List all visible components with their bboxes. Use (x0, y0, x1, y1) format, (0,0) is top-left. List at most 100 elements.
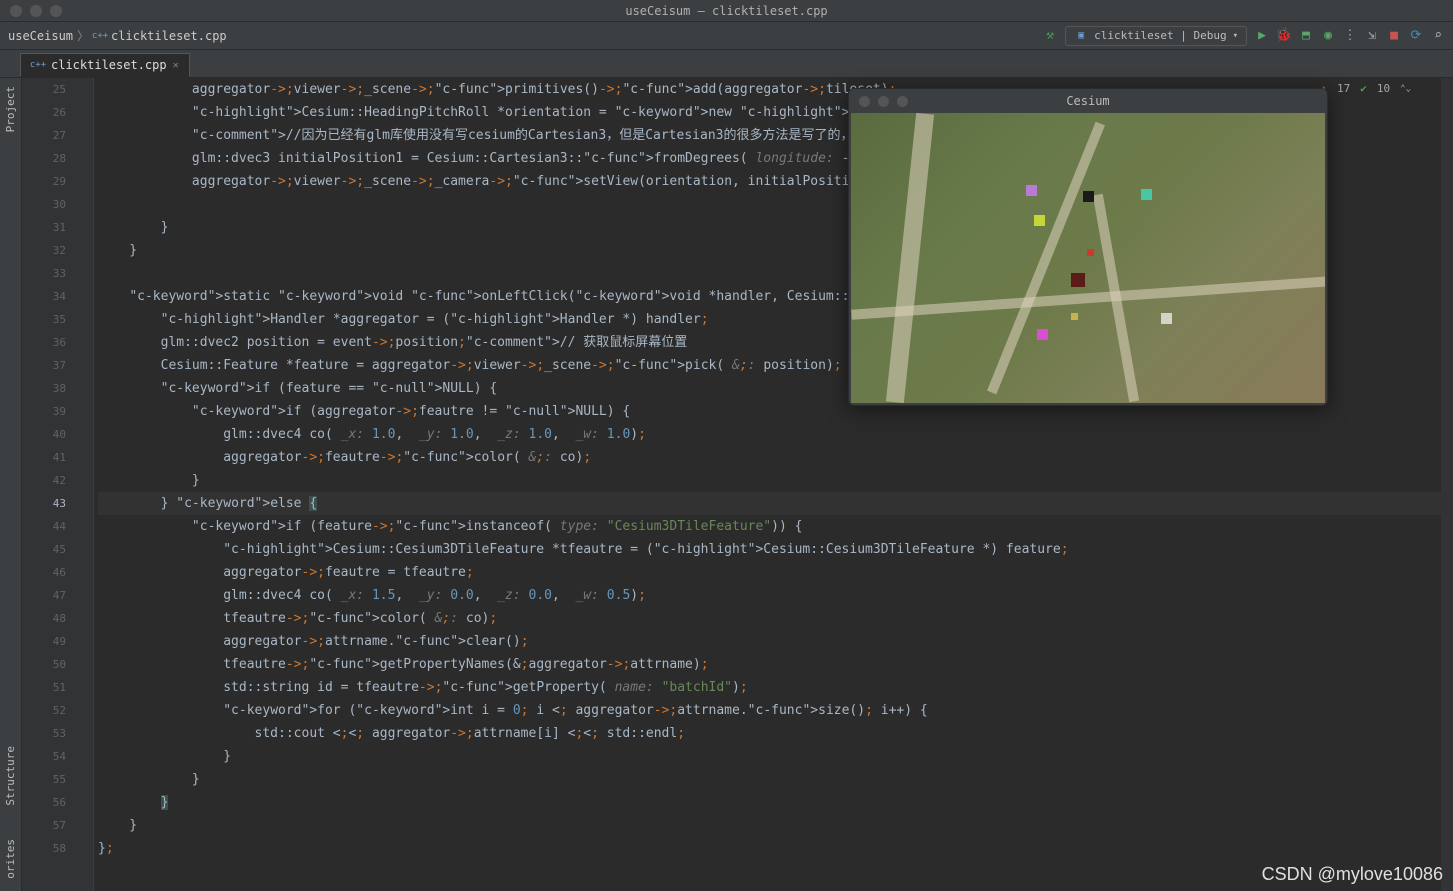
code-line[interactable]: } (98, 469, 1453, 492)
editor-scrollbar[interactable] (1441, 78, 1453, 891)
line-number[interactable]: 39 (22, 400, 66, 423)
code-line[interactable]: aggregator->;feautre = tfeautre; (98, 561, 1453, 584)
line-number[interactable]: 25 (22, 78, 66, 101)
code-line[interactable]: aggregator->;attrname."c-func">clear(); (98, 630, 1453, 653)
line-number[interactable]: 26 (22, 101, 66, 124)
tile-marker[interactable] (1087, 249, 1094, 256)
breadcrumb-project[interactable]: useCeisum (8, 29, 73, 43)
maximize-window-button[interactable] (50, 5, 62, 17)
cesium-window-titlebar[interactable]: Cesium (849, 89, 1327, 113)
tile-marker[interactable] (1071, 273, 1085, 287)
line-number[interactable]: 34 (22, 285, 66, 308)
project-tool-label[interactable]: Project (4, 78, 17, 140)
tile-marker[interactable] (1083, 191, 1094, 202)
profiler-icon[interactable]: ◉ (1321, 29, 1335, 43)
breadcrumb-file[interactable]: clicktileset.cpp (111, 29, 227, 43)
code-line[interactable]: } (98, 745, 1453, 768)
navigation-bar: useCeisum 〉 c++ clicktileset.cpp ⚒ ▣ cli… (0, 22, 1453, 50)
code-line[interactable]: tfeautre->;"c-func">color( &;: co); (98, 607, 1453, 630)
line-number[interactable]: 56 (22, 791, 66, 814)
close-icon[interactable] (859, 96, 870, 107)
ok-tick-icon[interactable]: ✔ (1360, 82, 1367, 95)
favorites-tool-label[interactable]: orites (4, 831, 17, 887)
structure-tool-label[interactable]: Structure (4, 738, 17, 814)
line-number[interactable]: 33 (22, 262, 66, 285)
debug-button-icon[interactable]: 🐞 (1277, 29, 1291, 43)
maximize-icon[interactable] (897, 96, 908, 107)
line-number[interactable]: 53 (22, 722, 66, 745)
tile-marker[interactable] (1071, 313, 1078, 320)
code-line[interactable]: } (98, 768, 1453, 791)
line-number[interactable]: 54 (22, 745, 66, 768)
code-line[interactable]: glm::dvec4 co( _x: 1.5, _y: 0.0, _z: 0.0… (98, 584, 1453, 607)
line-number[interactable]: 45 (22, 538, 66, 561)
build-hammer-icon[interactable]: ⚒ (1043, 29, 1057, 43)
stop-button-icon[interactable]: ■ (1387, 29, 1401, 43)
code-line[interactable]: std::cout <;<; aggregator->;attrname[i] … (98, 722, 1453, 745)
code-line[interactable]: "c-keyword">if (feature->;"c-func">insta… (98, 515, 1453, 538)
tile-marker[interactable] (1034, 215, 1045, 226)
line-number[interactable]: 55 (22, 768, 66, 791)
chevron-up-down-icon[interactable]: ⌃⌄ (1400, 84, 1411, 94)
line-number[interactable]: 41 (22, 446, 66, 469)
code-line[interactable]: "c-keyword">for ("c-keyword">int i = 0; … (98, 699, 1453, 722)
line-number[interactable]: 35 (22, 308, 66, 331)
line-number[interactable]: 46 (22, 561, 66, 584)
line-number[interactable]: 47 (22, 584, 66, 607)
update-icon[interactable]: ⟳ (1409, 29, 1423, 43)
cesium-3d-canvas[interactable] (851, 113, 1325, 403)
line-number[interactable]: 51 (22, 676, 66, 699)
line-number[interactable]: 58 (22, 837, 66, 860)
line-number[interactable]: 38 (22, 377, 66, 400)
run-toolbar: ⚒ ▣ clicktileset | Debug ▾ ▶ 🐞 ⬒ ◉ ⋮ ⇲ ■… (1043, 26, 1445, 46)
minimize-icon[interactable] (878, 96, 889, 107)
code-line[interactable]: aggregator->;feautre->;"c-func">color( &… (98, 446, 1453, 469)
code-line[interactable]: }; (98, 837, 1453, 860)
line-number[interactable]: 42 (22, 469, 66, 492)
line-number[interactable]: 37 (22, 354, 66, 377)
tile-marker[interactable] (1037, 329, 1048, 340)
tile-marker[interactable] (1141, 189, 1152, 200)
line-number[interactable]: 48 (22, 607, 66, 630)
search-everywhere-icon[interactable]: ⌕ (1431, 29, 1445, 43)
code-line[interactable]: } (98, 814, 1453, 837)
editor-tabs-bar: c++ clicktileset.cpp ✕ (0, 50, 1453, 78)
line-number[interactable]: 44 (22, 515, 66, 538)
close-tab-icon[interactable]: ✕ (173, 60, 179, 71)
line-number[interactable]: 30 (22, 193, 66, 216)
line-number[interactable]: 32 (22, 239, 66, 262)
tile-marker[interactable] (1026, 185, 1037, 196)
code-line[interactable]: } (98, 791, 1453, 814)
line-number[interactable]: 36 (22, 331, 66, 354)
run-button-icon[interactable]: ▶ (1255, 29, 1269, 43)
cesium-render-window[interactable]: Cesium (848, 88, 1328, 406)
coverage-icon[interactable]: ⬒ (1299, 29, 1313, 43)
attach-debugger-icon[interactable]: ⇲ (1365, 29, 1379, 43)
line-number[interactable]: 29 (22, 170, 66, 193)
close-window-button[interactable] (10, 5, 22, 17)
inspection-indicators[interactable]: ⚠ 17 ✔ 10 ⌃⌄ (1320, 82, 1411, 95)
code-line[interactable]: "c-highlight">Cesium::Cesium3DTileFeatur… (98, 538, 1453, 561)
code-line[interactable]: tfeautre->;"c-func">getPropertyNames(&;a… (98, 653, 1453, 676)
line-number[interactable]: 52 (22, 699, 66, 722)
tile-marker[interactable] (1161, 313, 1172, 324)
minimize-window-button[interactable] (30, 5, 42, 17)
line-number[interactable]: 57 (22, 814, 66, 837)
attach-icon[interactable]: ⋮ (1343, 29, 1357, 43)
line-number[interactable]: 28 (22, 147, 66, 170)
fold-gutter[interactable] (80, 78, 94, 891)
line-number[interactable]: 43 (22, 492, 66, 515)
cpp-file-icon: c++ (93, 29, 107, 43)
run-configuration-selector[interactable]: ▣ clicktileset | Debug ▾ (1065, 26, 1247, 46)
code-line[interactable]: std::string id = tfeautre->;"c-func">get… (98, 676, 1453, 699)
line-number[interactable]: 49 (22, 630, 66, 653)
breadcrumb[interactable]: useCeisum 〉 c++ clicktileset.cpp (8, 27, 227, 44)
code-line[interactable]: } "c-keyword">else { (98, 492, 1453, 515)
editor-tab-clicktileset[interactable]: c++ clicktileset.cpp ✕ (20, 53, 190, 77)
line-number[interactable]: 27 (22, 124, 66, 147)
line-number[interactable]: 50 (22, 653, 66, 676)
code-line[interactable]: glm::dvec4 co( _x: 1.0, _y: 1.0, _z: 1.0… (98, 423, 1453, 446)
line-number-gutter[interactable]: 25 26 27 28 29 30 31 32 33 34 35 36 37 3… (22, 78, 80, 891)
line-number[interactable]: 31 (22, 216, 66, 239)
line-number[interactable]: 40 (22, 423, 66, 446)
